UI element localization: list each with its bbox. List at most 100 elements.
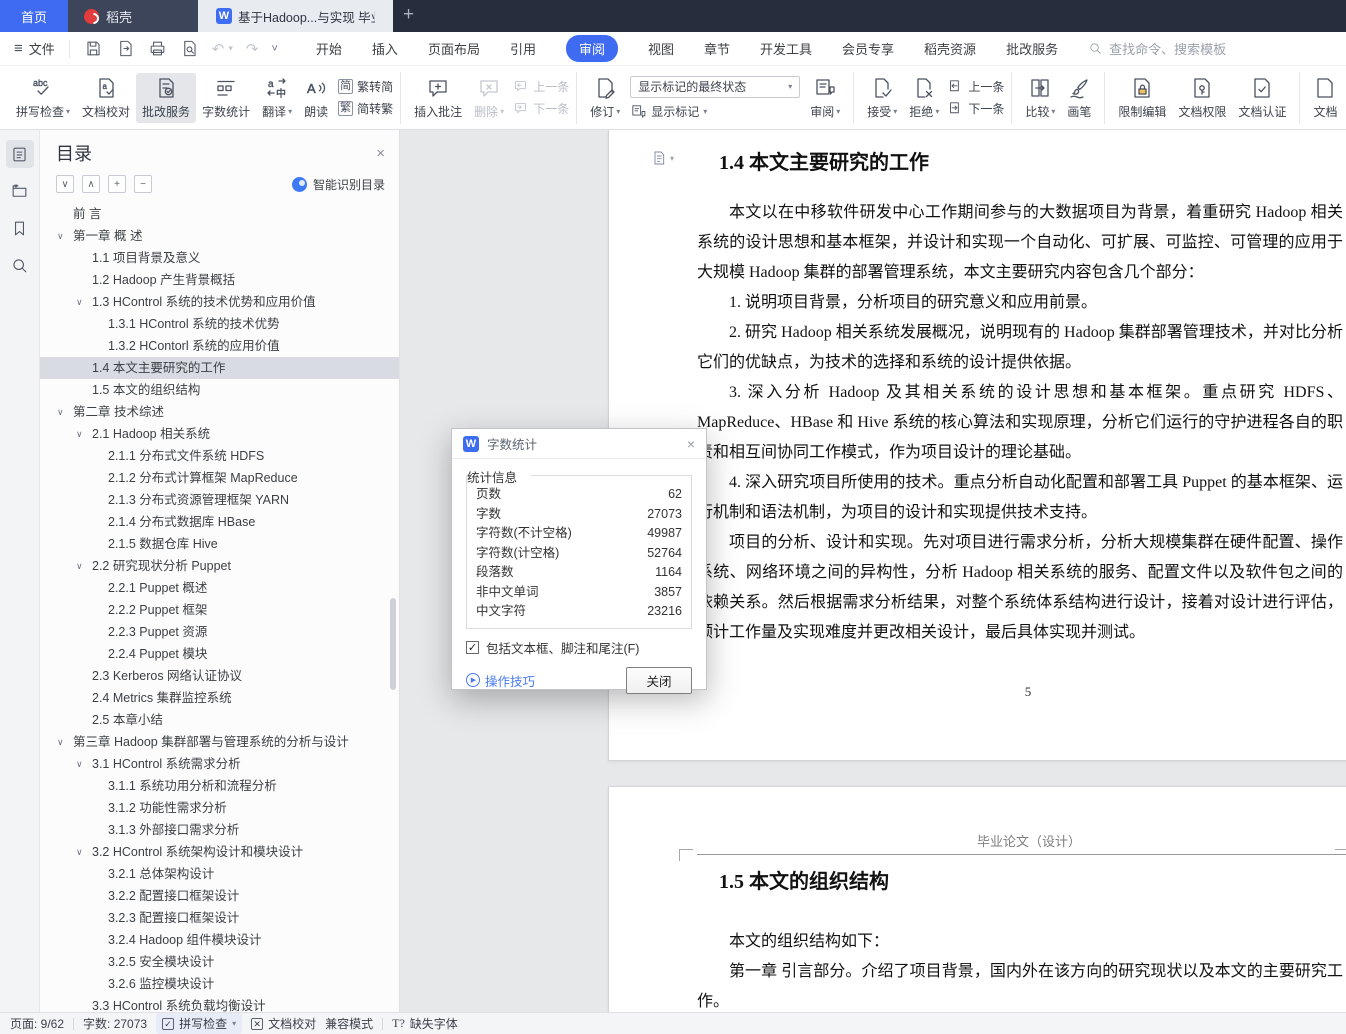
menu-item-0[interactable]: 开始	[316, 39, 342, 58]
toc-item[interactable]: 2.2.1 Puppet 概述	[40, 577, 399, 599]
undo-dropdown-icon[interactable]: ▾	[228, 43, 233, 54]
toc-item[interactable]: 3.1.1 系统功用分析和流程分析	[40, 775, 399, 797]
toc-item[interactable]: 3.2.3 配置接口框架设计	[40, 907, 399, 929]
page-settings-button[interactable]: ▾	[651, 150, 674, 166]
toc-item[interactable]: 1.2 Hadoop 产生背景概括	[40, 269, 399, 291]
menu-item-2[interactable]: 页面布局	[428, 39, 480, 58]
correction-service-button[interactable]: 批改服务	[136, 72, 197, 123]
prev-comment-button[interactable]: 上一条	[512, 78, 569, 95]
toc-chevron-icon[interactable]: ∨	[57, 225, 64, 247]
tab-home[interactable]: 首页	[0, 0, 68, 32]
reject-change-button[interactable]: 拒绝 ▾	[903, 73, 945, 123]
expand-all-button[interactable]: ∨	[56, 175, 74, 193]
search-pane-button[interactable]	[6, 251, 34, 279]
expand-level-button[interactable]: +	[108, 175, 126, 193]
menu-item-5[interactable]: 视图	[648, 39, 674, 58]
menu-item-4[interactable]: 审阅	[565, 35, 618, 62]
toc-chevron-icon[interactable]: ∨	[57, 401, 64, 423]
toc-chevron-icon[interactable]: ∨	[76, 555, 83, 577]
toc-chevron-icon[interactable]: ∨	[76, 291, 83, 313]
status-spell-check[interactable]: ✓ 拼写检查 ▾	[156, 1013, 243, 1034]
menu-item-3[interactable]: 引用	[510, 39, 536, 58]
toc-item[interactable]: 1.5 本文的组织结构	[40, 379, 399, 401]
toc-item[interactable]: 2.1.5 数据仓库 Hive	[40, 533, 399, 555]
simplified-to-traditional-button[interactable]: 繁简转繁	[338, 100, 393, 117]
print-icon[interactable]	[148, 39, 167, 58]
ink-pen-button[interactable]: 画笔	[1061, 73, 1097, 123]
status-page-indicator[interactable]: 页面: 9/62	[10, 1015, 64, 1032]
document-page-2[interactable]: 毕业论文（设计） 1.5 本文的组织结构 本文的组织结构如下： 第一章 引言部分。…	[608, 786, 1346, 1012]
toolbar-collapse-icon[interactable]: ˅	[271, 43, 277, 55]
toc-item[interactable]: 1.4 本文主要研究的工作	[40, 357, 399, 379]
menu-item-8[interactable]: 会员专享	[842, 39, 894, 58]
review-pane-button[interactable]: 审阅 ▾	[804, 73, 846, 123]
menu-item-1[interactable]: 插入	[372, 39, 398, 58]
markup-state-select[interactable]: 显示标记的最终状态 ▾	[630, 75, 801, 98]
toc-item[interactable]: ∨ 3.2 HControl 系统架构设计和模块设计	[40, 841, 399, 863]
document-page-1[interactable]: ▾ 1.4 本文主要研究的工作 本文以在中移软件研发中心工作期间参与的大数据项目…	[608, 130, 1346, 761]
dialog-titlebar[interactable]: W 字数统计 ×	[452, 429, 706, 459]
toc-item[interactable]: 2.1.2 分布式计算框架 MapReduce	[40, 467, 399, 489]
status-doc-proof[interactable]: ✕ 文档校对	[251, 1015, 316, 1032]
next-change-button[interactable]: 下一条	[947, 100, 1004, 117]
toc-item[interactable]: 3.2.1 总体架构设计	[40, 863, 399, 885]
outline-pane-button[interactable]	[5, 140, 34, 168]
track-changes-button[interactable]: 修订 ▾	[584, 73, 626, 123]
toc-item[interactable]: 3.1.3 外部接口需求分析	[40, 819, 399, 841]
toc-chevron-icon[interactable]: ∨	[57, 731, 64, 753]
undo-icon[interactable]: ↶	[212, 40, 225, 58]
tab-document[interactable]: W 基于Hadoop...与实现 毕业论	[198, 0, 393, 32]
status-missing-font[interactable]: T? 缺失字体	[392, 1015, 458, 1032]
toc-item[interactable]: 2.3 Kerberos 网络认证协议	[40, 665, 399, 687]
toc-item[interactable]: ∨ 第三章 Hadoop 集群部署与管理系统的分析与设计	[40, 731, 399, 753]
export-icon[interactable]	[116, 39, 135, 58]
file-menu[interactable]: ≡ 文件	[0, 39, 65, 58]
insert-comment-button[interactable]: 插入批注	[408, 73, 468, 123]
toc-item[interactable]: 2.1.4 分布式数据库 HBase	[40, 511, 399, 533]
include-textbox-checkbox[interactable]: ✓ 包括文本框、脚注和尾注(F)	[466, 638, 692, 657]
delete-comment-button[interactable]: 删除 ▾	[468, 73, 510, 123]
toc-item[interactable]: 3.1.2 功能性需求分析	[40, 797, 399, 819]
smart-toc-button[interactable]: 智能识别目录	[291, 176, 385, 193]
toc-item[interactable]: ∨ 第一章 概 述	[40, 225, 399, 247]
dialog-close-icon[interactable]: ×	[687, 436, 695, 452]
toc-item[interactable]: 2.1.1 分布式文件系统 HDFS	[40, 445, 399, 467]
toc-chevron-icon[interactable]: ∨	[76, 423, 83, 445]
toc-item[interactable]: 2.4 Metrics 集群监控系统	[40, 687, 399, 709]
accept-change-button[interactable]: 接受 ▾	[861, 73, 903, 123]
toc-item[interactable]: 2.2.4 Puppet 模块	[40, 643, 399, 665]
toc-item[interactable]: ∨ 第二章 技术综述	[40, 401, 399, 423]
preview-icon[interactable]	[180, 39, 199, 58]
toc-item[interactable]: 3.2.4 Hadoop 组件模块设计	[40, 929, 399, 951]
toc-item[interactable]: ∨ 1.3 HControl 系统的技术优势和应用价值	[40, 291, 399, 313]
toc-item[interactable]: 1.1 项目背景及意义	[40, 247, 399, 269]
comment-pane-button[interactable]	[6, 177, 34, 205]
tips-link[interactable]: ▶ 操作技巧	[466, 671, 535, 690]
next-comment-button[interactable]: 下一条	[512, 100, 569, 117]
menu-item-7[interactable]: 开发工具	[760, 39, 812, 58]
restrict-editing-button[interactable]: 限制编辑	[1112, 73, 1172, 123]
toc-item[interactable]: 2.2.2 Puppet 框架	[40, 599, 399, 621]
traditional-to-simplified-button[interactable]: 简繁转简	[338, 78, 393, 95]
prev-change-button[interactable]: 上一条	[947, 78, 1004, 95]
redo-icon[interactable]: ↷	[246, 40, 259, 58]
new-tab-button[interactable]: +	[403, 2, 414, 28]
doc-certification-button[interactable]: 文档认证	[1232, 73, 1292, 123]
doc-proof-button[interactable]: a 文档校对	[76, 73, 136, 123]
toc-scrollbar[interactable]	[390, 598, 396, 690]
collapse-level-button[interactable]: −	[134, 175, 152, 193]
save-icon[interactable]	[84, 39, 103, 58]
toc-chevron-icon[interactable]: ∨	[76, 753, 83, 775]
doc-permission-button[interactable]: 文档权限	[1172, 73, 1232, 123]
bookmark-pane-button[interactable]	[6, 214, 34, 242]
word-count-button[interactable]: 字数统计	[196, 73, 256, 123]
clipped-button[interactable]: 文档	[1307, 73, 1343, 123]
toc-item[interactable]: 3.3 HControl 系统负载均衡设计	[40, 995, 399, 1012]
toc-item[interactable]: 前 言	[40, 203, 399, 225]
toc-item[interactable]: ∨ 2.1 Hadoop 相关系统	[40, 423, 399, 445]
translate-button[interactable]: a中 翻译 ▾	[256, 73, 298, 123]
menu-item-10[interactable]: 批改服务	[1006, 39, 1058, 58]
status-compat-mode[interactable]: 兼容模式	[325, 1015, 373, 1032]
command-search[interactable]: 查找命令、搜索模板	[1088, 39, 1226, 58]
spell-check-button[interactable]: abc 拼写检查 ▾	[10, 73, 76, 123]
